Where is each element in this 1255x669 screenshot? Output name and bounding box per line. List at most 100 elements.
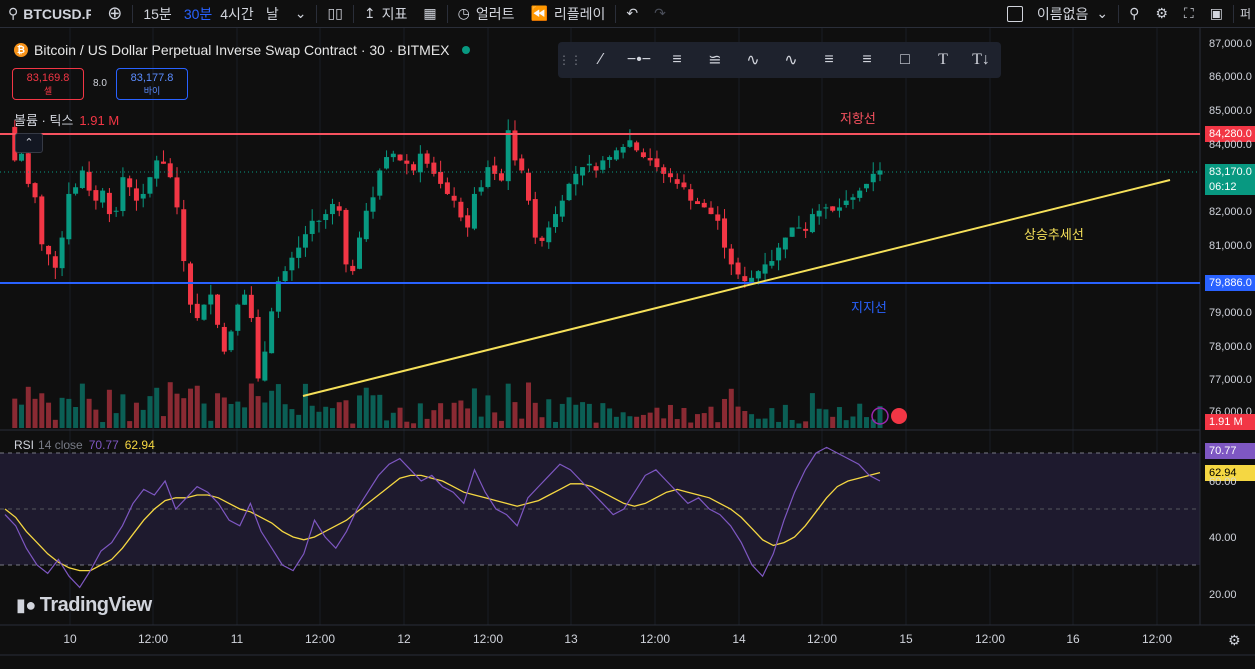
candle-body — [411, 164, 417, 171]
interval-dropdown[interactable]: ⌄ — [287, 0, 315, 27]
fullscreen-button[interactable]: ⛶ — [1176, 0, 1202, 27]
volume-bar — [742, 411, 748, 428]
buy-label: 바이 — [143, 86, 161, 96]
candle-body — [235, 304, 241, 331]
indicators-button[interactable]: ↥ 지표 — [356, 0, 416, 27]
layout-name-button[interactable]: 이름없음 ⌄ — [999, 0, 1116, 27]
fib-extension-tool-icon[interactable]: ≡ — [848, 51, 886, 69]
candle-body — [816, 210, 822, 217]
candle-body — [343, 209, 349, 265]
drag-handle-icon[interactable]: ⋮⋮ — [558, 53, 582, 67]
volume-value: 1.91 M — [79, 113, 120, 128]
volume-bar — [59, 397, 65, 428]
quick-search-button[interactable]: ⚲ — [1121, 0, 1147, 27]
volume-bar — [120, 394, 126, 428]
time-label: 12:00 — [974, 632, 1006, 646]
chevron-down-icon: ⌄ — [1096, 5, 1109, 21]
interval-1d[interactable]: 날 — [258, 0, 287, 27]
collapse-legend-button[interactable]: ⌃ — [15, 133, 43, 153]
volume-bar — [593, 422, 599, 428]
time-label: 12:00 — [1141, 632, 1173, 646]
abc-pattern-tool-icon[interactable]: ∿ — [772, 50, 810, 70]
uptrend-annotation[interactable]: 상승추세선 — [1024, 224, 1084, 243]
volume-bar — [242, 407, 248, 428]
tradingview-logo[interactable]: ▮● TradingView — [16, 594, 152, 617]
interval-15m[interactable]: 15분 — [135, 0, 179, 27]
compare-button[interactable]: ⊕ — [99, 0, 130, 27]
candle-body — [39, 196, 45, 245]
rsi-legend[interactable]: RSI 14 close 70.77 62.94 — [14, 438, 155, 452]
candle-body — [46, 245, 52, 255]
symbol-search[interactable]: ⚲ BTCUSD.P — [0, 0, 99, 27]
volume-bar — [451, 402, 457, 428]
trendline-tool-icon[interactable]: ∕ — [582, 51, 620, 69]
interval-30m[interactable]: 30분 — [180, 0, 216, 27]
divider — [132, 4, 134, 23]
volume-bar — [492, 412, 498, 428]
support-annotation[interactable]: 지지선 — [851, 297, 887, 316]
candle-body — [120, 177, 126, 212]
text-tool-icon[interactable]: T — [924, 51, 962, 69]
volume-bar — [803, 421, 809, 428]
volume-bar — [728, 388, 734, 428]
candle-body — [857, 190, 863, 198]
settings-button[interactable]: ⚙ — [1147, 0, 1176, 27]
text-format-tool-icon[interactable]: T↓ — [962, 51, 1000, 69]
elliott-wave-tool-icon[interactable]: ∿ — [734, 50, 772, 70]
buy-button[interactable]: 83,177.8 바이 — [116, 68, 188, 100]
candle-body — [539, 237, 545, 241]
grid-icon: ▦ — [423, 5, 437, 21]
time-label: 10 — [63, 632, 77, 646]
volume-bar — [397, 407, 403, 428]
candle-body — [160, 161, 166, 164]
candle-body — [870, 173, 876, 183]
publish-button[interactable]: 퍼 — [1236, 0, 1255, 27]
layouts-button[interactable]: ▦ — [415, 0, 444, 27]
resistance-annotation[interactable]: 저항선 — [840, 108, 876, 127]
candle-body — [573, 173, 579, 185]
undo-button[interactable]: ↶ — [618, 0, 646, 27]
rectangle-tool-icon[interactable]: □ — [886, 51, 924, 69]
volume-legend[interactable]: 볼륨 · 틱스 1.91 M — [14, 110, 119, 129]
price-tick: 79,000.0 — [1209, 307, 1252, 319]
volume-bar — [52, 419, 58, 428]
gear-icon: ⚙ — [1228, 632, 1241, 648]
fullscreen-icon: ⛶ — [1183, 5, 1194, 21]
alert-button[interactable]: ◷ 얼러트 — [450, 0, 523, 27]
time-axis[interactable]: 10 12:00 11 12:00 12 12:00 13 12:00 14 1… — [0, 632, 1200, 650]
horizontal-ray-tool-icon[interactable]: −•− — [620, 51, 658, 69]
volume-bar — [809, 393, 815, 428]
candle-body — [580, 167, 586, 176]
volume-bar — [525, 382, 531, 428]
volume-bar — [836, 407, 842, 428]
price-tick: 82,000.0 — [1209, 206, 1252, 218]
sell-button[interactable]: 83,169.8 셀 — [12, 68, 84, 100]
volume-bar — [755, 418, 761, 428]
redo-button[interactable]: ↷ — [646, 0, 674, 27]
price-tick: 78,000.0 — [1209, 341, 1252, 353]
axis-settings-button[interactable]: ⚙ — [1228, 632, 1241, 649]
chevron-up-icon: ⌃ — [24, 137, 34, 149]
price-tick: 85,000.0 — [1209, 105, 1252, 117]
candle-body — [52, 256, 58, 268]
candle-body — [762, 264, 768, 274]
fib-retracement-tool-icon[interactable]: ≡ — [810, 51, 848, 69]
volume-bar — [215, 393, 221, 428]
candle-body — [701, 202, 707, 208]
support-price-tag: 79,886.0 — [1205, 275, 1255, 291]
price-chart[interactable] — [0, 28, 1255, 669]
chart-type-button[interactable]: ▯▯ — [319, 0, 350, 27]
parallel-channel-tool-icon[interactable]: ≡ — [658, 51, 696, 69]
snapshot-button[interactable]: ▣ — [1202, 0, 1231, 27]
replay-button[interactable]: ⏪ 리플레이 — [522, 0, 613, 27]
candle-body — [505, 130, 511, 182]
volume-bar — [850, 416, 856, 428]
candle-body — [350, 265, 356, 272]
pitchfork-tool-icon[interactable]: ≌ — [696, 50, 734, 70]
candle-body — [228, 331, 234, 351]
redo-icon: ↷ — [654, 5, 666, 21]
market-open-icon — [461, 46, 470, 54]
volume-bar — [390, 412, 396, 428]
interval-4h[interactable]: 4시간 — [216, 0, 258, 27]
us-flag-icon[interactable] — [891, 408, 907, 424]
